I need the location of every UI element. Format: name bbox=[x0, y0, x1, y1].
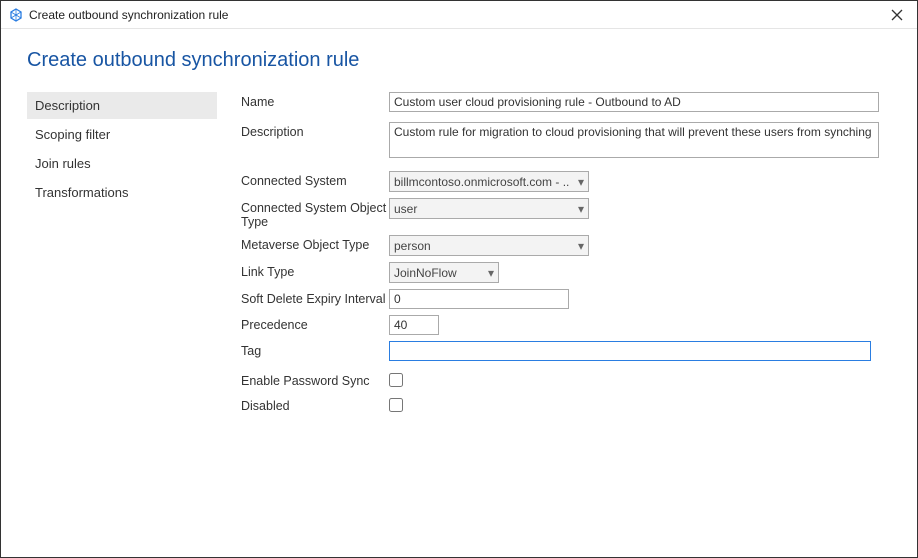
description-input[interactable]: Custom rule for migration to cloud provi… bbox=[389, 122, 879, 158]
close-icon bbox=[891, 9, 903, 21]
row-mv-object-type: Metaverse Object Type person ▾ bbox=[241, 235, 891, 256]
mv-object-type-label: Metaverse Object Type bbox=[241, 235, 389, 252]
row-enable-pw-sync: Enable Password Sync bbox=[241, 371, 891, 390]
page-title: Create outbound synchronization rule bbox=[27, 49, 891, 72]
description-label: Description bbox=[241, 122, 389, 139]
row-disabled: Disabled bbox=[241, 396, 891, 415]
cs-object-type-label: Connected System Object Type bbox=[241, 198, 389, 229]
chevron-down-icon: ▾ bbox=[570, 239, 584, 253]
row-link-type: Link Type JoinNoFlow ▾ bbox=[241, 262, 891, 283]
name-input[interactable] bbox=[389, 92, 879, 112]
form-area: Name Description Custom rule for migrati… bbox=[241, 92, 891, 421]
connected-system-dropdown[interactable]: billmcontoso.onmicrosoft.com - .. ▾ bbox=[389, 171, 589, 192]
sidebar-item-label: Description bbox=[35, 98, 100, 113]
row-precedence: Precedence bbox=[241, 315, 891, 335]
dropdown-value: JoinNoFlow bbox=[394, 266, 457, 280]
chevron-down-icon: ▾ bbox=[570, 175, 584, 189]
row-connected-system: Connected System billmcontoso.onmicrosof… bbox=[241, 171, 891, 192]
link-type-label: Link Type bbox=[241, 262, 389, 279]
chevron-down-icon: ▾ bbox=[480, 266, 494, 280]
enable-pw-sync-checkbox[interactable] bbox=[389, 373, 403, 387]
name-label: Name bbox=[241, 92, 389, 109]
soft-delete-label: Soft Delete Expiry Interval bbox=[241, 289, 389, 306]
mv-object-type-dropdown[interactable]: person ▾ bbox=[389, 235, 589, 256]
app-icon bbox=[9, 8, 23, 22]
link-type-dropdown[interactable]: JoinNoFlow ▾ bbox=[389, 262, 499, 283]
sidebar: Description Scoping filter Join rules Tr… bbox=[27, 92, 217, 421]
sidebar-item-join-rules[interactable]: Join rules bbox=[27, 150, 217, 177]
tag-input[interactable] bbox=[389, 341, 871, 361]
row-soft-delete: Soft Delete Expiry Interval bbox=[241, 289, 891, 309]
sidebar-item-scoping-filter[interactable]: Scoping filter bbox=[27, 121, 217, 148]
disabled-checkbox[interactable] bbox=[389, 398, 403, 412]
window-title: Create outbound synchronization rule bbox=[29, 8, 228, 22]
row-description: Description Custom rule for migration to… bbox=[241, 122, 891, 161]
row-name: Name bbox=[241, 92, 891, 112]
sidebar-item-label: Transformations bbox=[35, 185, 128, 200]
cs-object-type-dropdown[interactable]: user ▾ bbox=[389, 198, 589, 219]
sidebar-item-description[interactable]: Description bbox=[27, 92, 217, 119]
connected-system-label: Connected System bbox=[241, 171, 389, 188]
row-cs-object-type: Connected System Object Type user ▾ bbox=[241, 198, 891, 229]
soft-delete-input[interactable] bbox=[389, 289, 569, 309]
chevron-down-icon: ▾ bbox=[570, 202, 584, 216]
precedence-label: Precedence bbox=[241, 315, 389, 332]
precedence-input[interactable] bbox=[389, 315, 439, 335]
sidebar-item-label: Scoping filter bbox=[35, 127, 110, 142]
layout: Description Scoping filter Join rules Tr… bbox=[27, 92, 891, 421]
content-area: Create outbound synchronization rule Des… bbox=[1, 29, 917, 441]
disabled-label: Disabled bbox=[241, 396, 389, 413]
dropdown-value: person bbox=[394, 239, 431, 253]
row-tag: Tag bbox=[241, 341, 891, 361]
close-button[interactable] bbox=[885, 3, 909, 27]
enable-pw-sync-label: Enable Password Sync bbox=[241, 371, 389, 388]
sidebar-item-transformations[interactable]: Transformations bbox=[27, 179, 217, 206]
dropdown-value: billmcontoso.onmicrosoft.com - .. bbox=[394, 175, 569, 189]
titlebar: Create outbound synchronization rule bbox=[1, 1, 917, 29]
tag-label: Tag bbox=[241, 341, 389, 358]
dropdown-value: user bbox=[394, 202, 417, 216]
sidebar-item-label: Join rules bbox=[35, 156, 91, 171]
